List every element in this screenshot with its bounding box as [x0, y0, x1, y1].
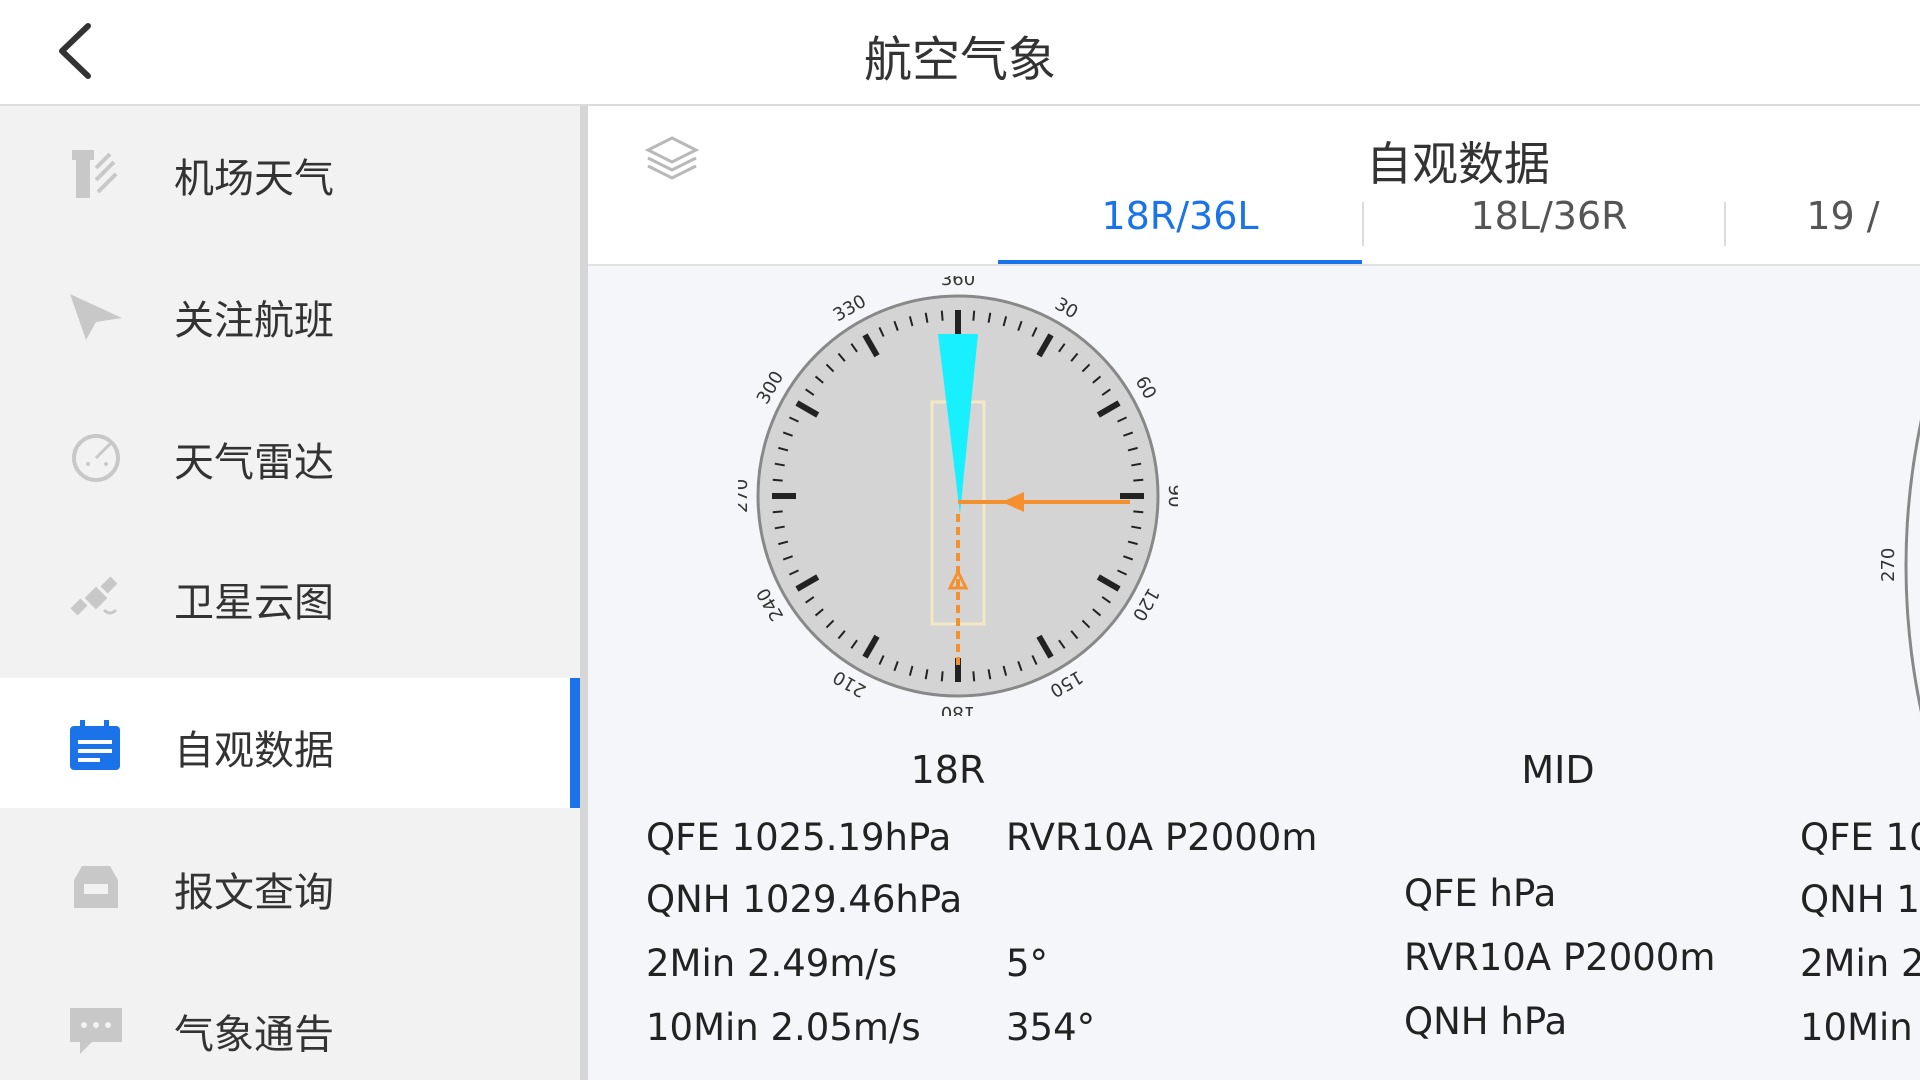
tab-18r-36l[interactable]: 18R/36L [998, 194, 1362, 262]
sidebar-divider [580, 106, 588, 1080]
chat-bubble-icon [66, 1002, 126, 1058]
sidebar-item-airport-weather[interactable]: 机场天气 [0, 106, 580, 236]
compass-minor-tick [772, 478, 783, 482]
wind-10min-direction: 354° [1006, 1006, 1096, 1049]
compass-minor-tick [772, 510, 783, 514]
compass-tick-label: 90 [1164, 485, 1178, 508]
runway-label-18r: 18R [910, 748, 986, 792]
mid-qnh-value: QNH hPa [1404, 1000, 1568, 1043]
sidebar-item-label: 自观数据 [174, 728, 334, 774]
radar-icon [66, 430, 126, 486]
sidebar-item-followed-flights[interactable]: 关注航班 [0, 248, 580, 378]
main-panel: 自观数据 18R/36L 18L/36R 19 / 360 30 60 90 120 15… [588, 106, 1920, 1080]
wind-2min-direction: 5° [1006, 942, 1049, 985]
compass-tick-label: 360 [941, 276, 975, 290]
qfe-value: QFE 1025.19hPa [646, 816, 952, 859]
wind-2min-value: 2Min 2.49m/s [646, 942, 898, 985]
top-bar: 航空气象 [0, 0, 1920, 106]
layers-icon [644, 136, 700, 180]
third-wind-10min: 10Min 2 [1800, 1006, 1920, 1049]
third-qfe-value: QFE 10 [1800, 816, 1920, 859]
sidebar-item-label: 关注航班 [174, 298, 334, 344]
tab-18l-36r[interactable]: 18L/36R [1364, 194, 1734, 262]
compass-minor-tick [972, 671, 976, 682]
compass-minor-tick [940, 310, 944, 321]
sidebar-item-message-query[interactable]: 报文查询 [0, 820, 580, 950]
sidebar-item-weather-radar[interactable]: 天气雷达 [0, 390, 580, 520]
wind-compass: 360306090120150180210240270300330 [738, 276, 1178, 716]
compass-minor-tick [972, 310, 976, 321]
compass-tick-label: 30 [1051, 294, 1081, 324]
layers-button[interactable] [644, 132, 700, 188]
sidebar-item-auto-obs[interactable]: 自观数据 [0, 678, 580, 808]
mid-qfe-value: QFE hPa [1404, 872, 1557, 915]
sidebar-item-satellite[interactable]: 卫星云图 [0, 530, 580, 660]
sidebar: 机场天气 关注航班 天气雷达 卫星云图 自观数据 报文查询 气象通告 [0, 106, 580, 1080]
main-header: 自观数据 18R/36L 18L/36R 19 / [588, 106, 1920, 266]
compass-tick-label: 180 [941, 702, 975, 716]
compass-tick-label: 270 [738, 479, 752, 513]
mid-rvr-value: RVR10A P2000m [1404, 936, 1716, 979]
compass-minor-tick [1133, 478, 1144, 482]
inbox-icon [66, 860, 126, 916]
compass-tick-label: 60 [1131, 373, 1161, 403]
airport-weather-icon [66, 146, 126, 202]
qnh-value: QNH 1029.46hPa [646, 878, 963, 921]
wind-10min-value: 10Min 2.05m/s [646, 1006, 921, 1049]
calendar-icon [66, 718, 126, 774]
page-title: 航空气象 [863, 32, 1056, 88]
wind-compass-partial: 270 [1878, 419, 1920, 713]
third-qnh-value: QNH 1 [1800, 878, 1920, 921]
sidebar-item-label: 卫星云图 [174, 580, 334, 626]
compass-minor-tick [1133, 510, 1144, 514]
satellite-icon [66, 570, 126, 626]
tab-19[interactable]: 19 / [1728, 194, 1920, 262]
sidebar-item-label: 报文查询 [174, 870, 334, 916]
sidebar-item-label: 天气雷达 [174, 440, 334, 486]
runway-label-mid: MID [1521, 748, 1595, 792]
sidebar-item-weather-notice[interactable]: 气象通告 [0, 962, 580, 1092]
compass-minor-tick [940, 671, 944, 682]
sidebar-item-label: 气象通告 [174, 1012, 334, 1058]
compass-tick-label: 270 [1878, 548, 1899, 582]
sidebar-item-label: 机场天气 [174, 156, 334, 202]
rvr-value: RVR10A P2000m [1006, 816, 1318, 859]
section-title: 自观数据 [1366, 137, 1550, 191]
third-wind-2min: 2Min 2. [1800, 942, 1920, 985]
paper-plane-icon [66, 288, 126, 344]
tab-separator [1724, 202, 1726, 246]
tab-active-indicator [998, 260, 1362, 264]
